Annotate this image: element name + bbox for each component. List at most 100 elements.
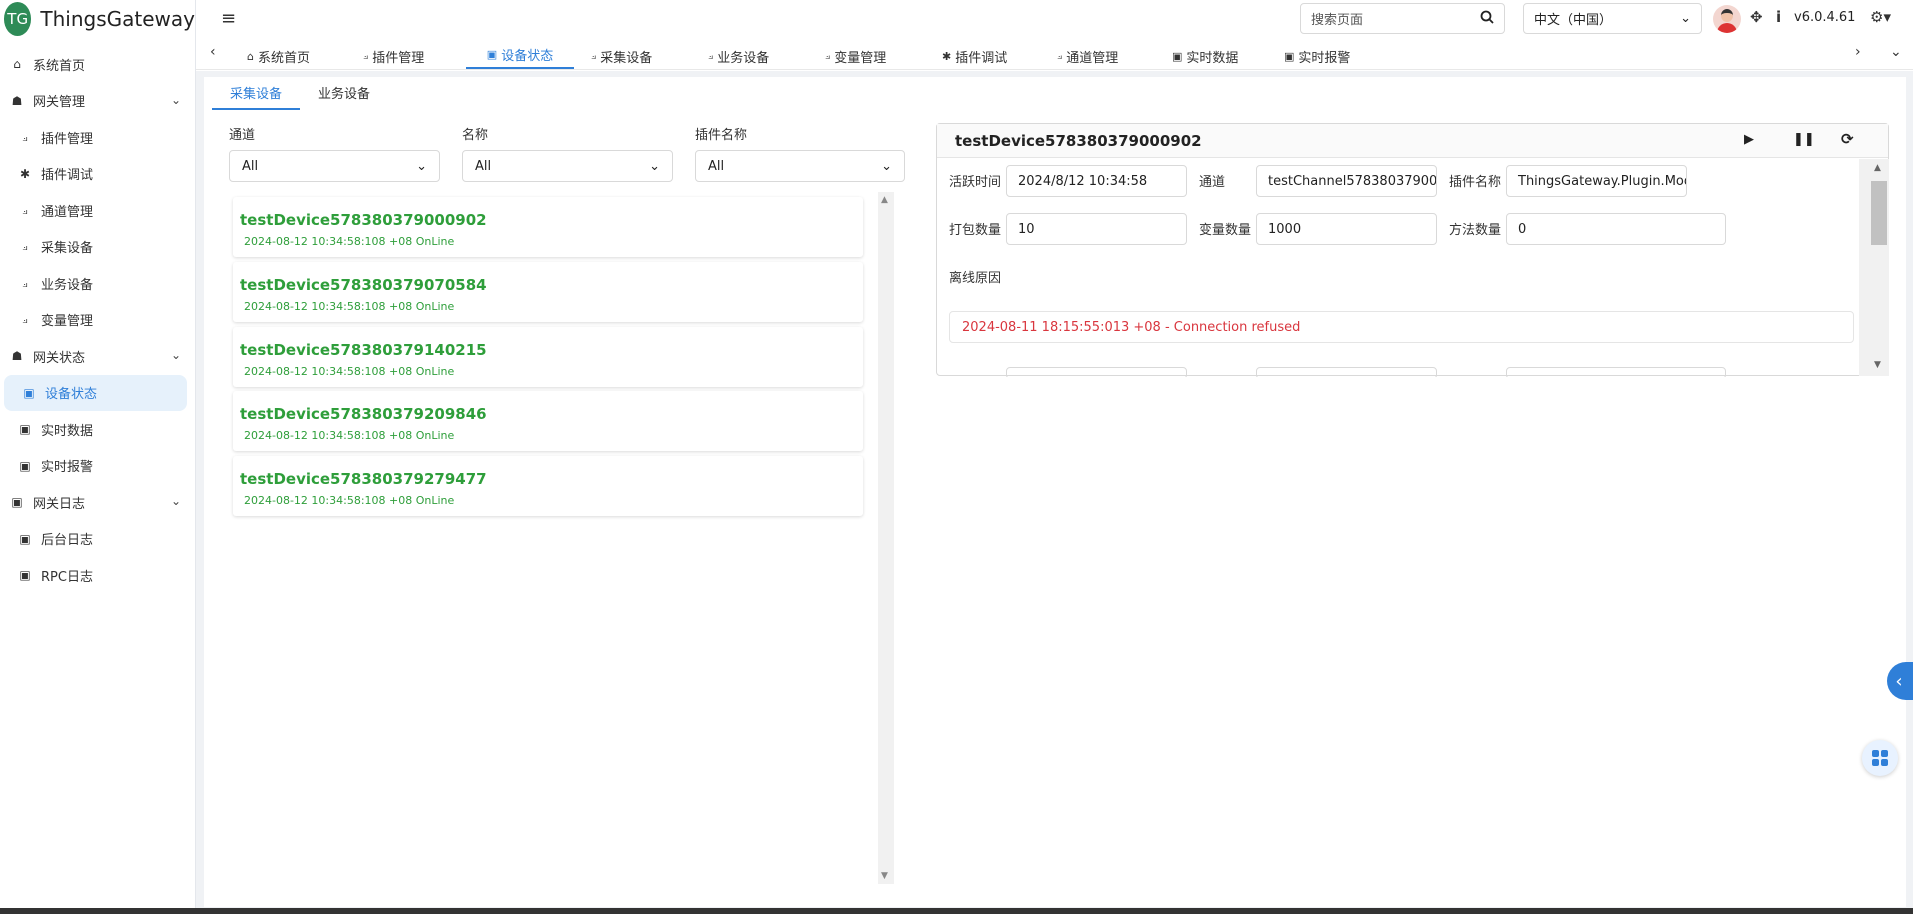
- sidebar-item-channel-management[interactable]: ⟓ 通道管理: [0, 192, 195, 229]
- sidebar-item-realtime-alarm[interactable]: ▣ 实时报警: [0, 448, 195, 485]
- channel-field[interactable]: testChannel578380379000901: [1256, 165, 1437, 197]
- tab-channel-management[interactable]: ⟓ 通道管理: [1057, 43, 1118, 69]
- tabs-menu-chevron-icon[interactable]: ⌄: [1890, 44, 1902, 60]
- sidebar-item-gateway-log[interactable]: ▣ 网关日志 ⌄: [0, 484, 195, 521]
- plugin-field[interactable]: ThingsGateway.Plugin.Modbu...: [1506, 165, 1687, 197]
- chevron-down-icon: ⌄: [170, 92, 181, 107]
- search-input[interactable]: 搜索页面: [1300, 3, 1505, 34]
- apps-grid-icon: [1872, 750, 1888, 766]
- tab-home[interactable]: ⌂ 系统首页: [247, 43, 310, 69]
- book-icon: ▣: [11, 495, 23, 510]
- sidebar-item-plugin-management[interactable]: ⟓ 插件管理: [0, 119, 195, 156]
- filter-name-value: All: [475, 158, 492, 174]
- device-detail-body: 活跃时间 2024/8/12 10:34:58 通道 testChannel57…: [937, 159, 1859, 377]
- move-icon[interactable]: ✥: [1750, 8, 1763, 26]
- node-icon: ⟓: [591, 49, 597, 62]
- sidebar-item-gateway-management[interactable]: ☗ 网关管理 ⌄: [0, 83, 195, 120]
- sidebar-item-label: 网关管理: [33, 95, 86, 111]
- menu-toggle-icon[interactable]: ≡: [221, 8, 236, 29]
- book-icon: ▣: [1284, 49, 1295, 63]
- tab-device-status[interactable]: ▣ 设备状态: [466, 43, 574, 69]
- sidebar-item-home[interactable]: ⌂ 系统首页: [0, 46, 195, 83]
- pack-count-field[interactable]: 10: [1006, 213, 1187, 245]
- tabs-scroll-left-icon[interactable]: ‹: [210, 44, 216, 60]
- method-count-label: 方法数量: [1449, 223, 1502, 238]
- scroll-up-icon[interactable]: ▲: [1874, 163, 1881, 173]
- filter-channel-select[interactable]: All ⌄: [229, 150, 440, 182]
- tab-business-device[interactable]: ⟓ 业务设备: [708, 43, 769, 69]
- play-icon[interactable]: ▶: [1744, 132, 1754, 147]
- avatar[interactable]: [1713, 5, 1741, 33]
- tab-variable-management[interactable]: ⟓ 变量管理: [825, 43, 886, 69]
- sidebar-menu: ⌂ 系统首页 ☗ 网关管理 ⌄ ⟓ 插件管理 ✱ 插件调试 ⟓ 通道管理 ⟓ 采集设备 ⟓ 业务…: [0, 46, 195, 594]
- tabs-scroll-right-icon[interactable]: ›: [1855, 44, 1861, 60]
- device-name: testDevice578380379279477: [240, 470, 487, 488]
- sidebar-item-business-device[interactable]: ⟓ 业务设备: [0, 265, 195, 302]
- sidebar-item-variable-management[interactable]: ⟓ 变量管理: [0, 302, 195, 339]
- sidebar-item-rpc-log[interactable]: ▣ RPC日志: [0, 557, 195, 594]
- content-area: 采集设备 业务设备 通道 All ⌄ 名称 All ⌄ 插件名称 All ⌄ test…: [196, 71, 1913, 914]
- brand[interactable]: TG ThingsGateway: [0, 0, 195, 38]
- sidebar-item-realtime-data[interactable]: ▣ 实时数据: [0, 411, 195, 448]
- device-name: testDevice578380379140215: [240, 341, 487, 359]
- sidebar-item-label: 网关状态: [33, 350, 86, 366]
- device-name: testDevice578380379070584: [240, 276, 487, 294]
- device-list-item[interactable]: testDevice578380379140215 2024-08-12 10:3…: [233, 327, 863, 387]
- filter-channel-value: All: [242, 158, 259, 174]
- gear-icon[interactable]: ⚙▾: [1870, 8, 1891, 26]
- scroll-up-icon[interactable]: ▲: [881, 195, 888, 205]
- tab-collect-device[interactable]: ⟓ 采集设备: [591, 43, 652, 69]
- subtab-business-device[interactable]: 业务设备: [318, 83, 370, 102]
- subtab-collect-device[interactable]: 采集设备: [212, 83, 301, 110]
- variable-count-field[interactable]: 1000: [1256, 213, 1437, 245]
- info-icon[interactable]: i: [1776, 8, 1781, 26]
- device-status: 2024-08-12 10:34:58:108 +08 OnLine: [244, 235, 455, 248]
- method-count-field[interactable]: 0: [1506, 213, 1726, 245]
- tab-label: 业务设备: [717, 50, 770, 66]
- scroll-down-icon[interactable]: ▼: [1874, 360, 1881, 370]
- tab-realtime-data[interactable]: ▣ 实时数据: [1172, 43, 1238, 69]
- hidden-field-row-edge: [1006, 367, 1187, 377]
- search-icon[interactable]: [1480, 10, 1494, 28]
- book-icon: ▣: [19, 568, 31, 583]
- app-logo: TG: [4, 2, 32, 36]
- tab-realtime-alarm[interactable]: ▣ 实时报警: [1284, 43, 1350, 69]
- sidebar-item-backend-log[interactable]: ▣ 后台日志: [0, 521, 195, 558]
- filter-plugin-select[interactable]: All ⌄: [695, 150, 905, 182]
- language-select[interactable]: 中文（中国） ⌄: [1523, 3, 1702, 34]
- filter-plugin-label: 插件名称: [695, 128, 748, 143]
- filter-name-select[interactable]: All ⌄: [462, 150, 673, 182]
- device-list-item[interactable]: testDevice578380379000902 2024-08-12 10:3…: [233, 197, 863, 257]
- home-icon: ⌂: [13, 57, 21, 72]
- pause-icon[interactable]: ❚❚: [1793, 132, 1815, 147]
- tab-plugin-debug[interactable]: ✱ 插件调试: [942, 43, 1007, 69]
- tab-label: 变量管理: [834, 50, 887, 66]
- scroll-down-icon[interactable]: ▼: [881, 871, 888, 881]
- device-list-item[interactable]: testDevice578380379070584 2024-08-12 10:3…: [233, 262, 863, 322]
- sidebar-item-collect-device[interactable]: ⟓ 采集设备: [0, 229, 195, 266]
- sidebar-item-plugin-debug[interactable]: ✱ 插件调试: [0, 156, 195, 193]
- sidebar-item-gateway-status[interactable]: ☗ 网关状态 ⌄: [0, 338, 195, 375]
- scrollbar-thumb[interactable]: [1871, 181, 1887, 245]
- device-list-item[interactable]: testDevice578380379209846 2024-08-12 10:3…: [233, 391, 863, 451]
- active-time-label: 活跃时间: [949, 175, 1002, 190]
- device-list-scrollbar[interactable]: ▲ ▼: [878, 192, 894, 884]
- refresh-icon[interactable]: ⟳: [1841, 130, 1854, 148]
- device-detail-title: testDevice578380379000902: [955, 131, 1202, 150]
- sidebar-item-label: 系统首页: [33, 58, 86, 74]
- tab-plugin-management[interactable]: ⟓ 插件管理: [363, 43, 424, 69]
- device-list-item[interactable]: testDevice578380379279477 2024-08-12 10:3…: [233, 456, 863, 516]
- apps-button[interactable]: [1862, 740, 1898, 776]
- device-detail-scrollbar[interactable]: ▲ ▼: [1859, 159, 1889, 376]
- offline-reason-field[interactable]: 2024-08-11 18:15:55:013 +08 - Connection…: [949, 311, 1854, 343]
- node-icon: ⟓: [22, 202, 28, 217]
- book-icon: ▣: [19, 458, 31, 473]
- tab-label: 实时报警: [1298, 50, 1351, 66]
- device-detail-header: testDevice578380379000902 ▶ ❚❚ ⟳: [937, 124, 1888, 158]
- node-icon: ⟓: [825, 49, 831, 62]
- active-time-field[interactable]: 2024/8/12 10:34:58: [1006, 165, 1187, 197]
- device-status: 2024-08-12 10:34:58:108 +08 OnLine: [244, 300, 455, 313]
- tab-label: 系统首页: [257, 50, 310, 66]
- filter-name-label: 名称: [462, 128, 489, 143]
- sidebar-item-device-status[interactable]: ▣ 设备状态: [4, 374, 187, 411]
